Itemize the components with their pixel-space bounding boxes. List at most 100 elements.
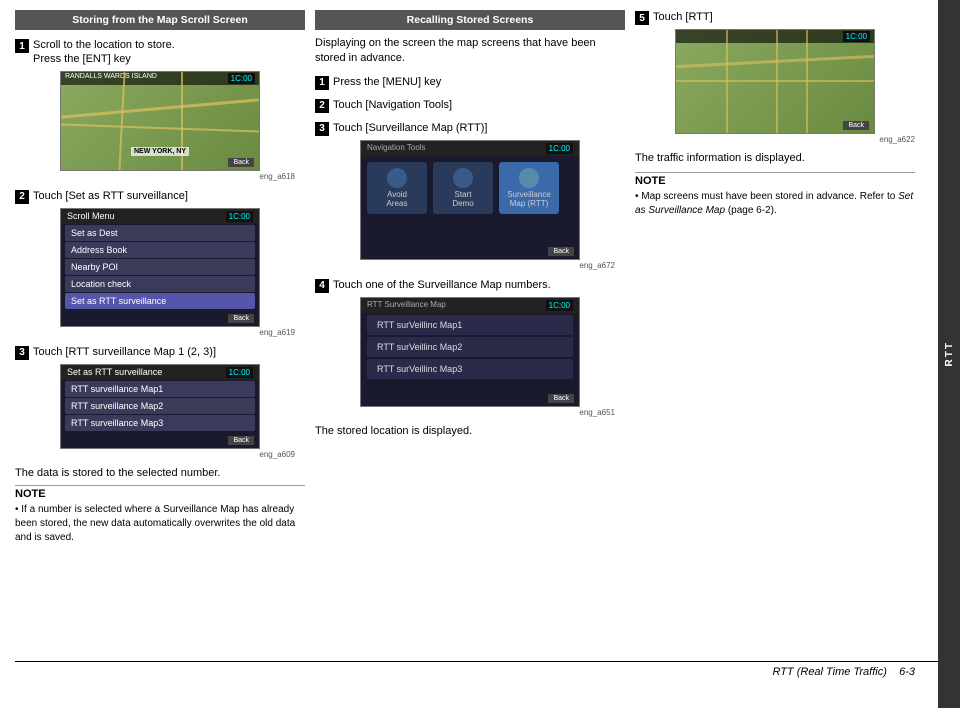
mid-step-2-text: Touch [Navigation Tools]: [333, 98, 452, 112]
left-step-3-label: 3 Touch [RTT surveillance Map 1 (2, 3)]: [15, 345, 305, 360]
map-road-h2: [61, 123, 259, 132]
page-container: Storing from the Map Scroll Screen 1 Scr…: [0, 0, 960, 708]
nav-tools-title: Navigation Tools: [367, 143, 426, 154]
back-label-3: Back: [228, 436, 254, 445]
main-content: Storing from the Map Scroll Screen 1 Scr…: [15, 10, 945, 657]
mid-step-1: 1 Press the [MENU] key: [315, 75, 625, 90]
rtt-map-thumb-wrapper: 1C:00 Back eng_a622: [635, 29, 915, 144]
rtt-map-item-1: RTT surveillance Map1: [65, 381, 255, 397]
rtt-road-v2: [776, 30, 778, 133]
rtt-row-1: RTT surVeillinc Map1: [367, 315, 573, 335]
left-step-2-label: 2 Touch [Set as RTT surveillance]: [15, 189, 305, 204]
right-step-5: 5 Touch [RTT] 1C:00: [635, 10, 915, 144]
scroll-menu-item-2: Address Book: [65, 242, 255, 258]
mid-after-steps: The stored location is displayed.: [315, 425, 625, 437]
rtt-map-top: 1C:00 Back: [675, 29, 875, 134]
map-thumb-1: RANDALLS WARDS ISLAND 1C:00 NEW YORK, NY…: [60, 71, 260, 171]
rtt-map-overlay: 1C:00: [676, 30, 874, 43]
left-note-text: • If a number is selected where a Survei…: [15, 503, 305, 545]
middle-column: Recalling Stored Screens Displaying on t…: [315, 10, 625, 657]
intro-text: Displaying on the screen the map screens…: [315, 36, 625, 67]
rtt-surv-title: Set as RTT surveillance: [67, 367, 162, 377]
rtt-header: RTT Surveillance Map 1C:00: [361, 298, 579, 313]
rtt-map-wrapper: RTT Surveillance Map 1C:00 RTT surVeilli…: [325, 297, 615, 417]
time-display-5: 1C:00: [546, 300, 573, 311]
mid-step-4: 4 Touch one of the Surveillance Map numb…: [315, 278, 625, 417]
nav-tool-avoid: AvoidAreas: [367, 162, 427, 214]
map-header-text: RANDALLS WARDS ISLAND: [65, 73, 157, 84]
rtt-map-item-3: RTT surveillance Map3: [65, 415, 255, 431]
mid-step-4-label: 4 Touch one of the Surveillance Map numb…: [315, 278, 625, 293]
right-after-text: The traffic information is displayed.: [635, 152, 915, 164]
right-note-title: NOTE: [635, 172, 915, 187]
mid-step-1-text: Press the [MENU] key: [333, 75, 441, 89]
nav-tools-screen: Navigation Tools 1C:00 AvoidAreas StartD…: [360, 140, 580, 260]
scroll-menu-item-3: Nearby POI: [65, 259, 255, 275]
step-num-r5: 5: [635, 11, 649, 25]
rtt-road-v3: [806, 30, 808, 133]
step-num-3: 3: [15, 346, 29, 360]
back-label-4: Back: [548, 247, 574, 256]
mid-section-header: Recalling Stored Screens: [315, 10, 625, 30]
left-column: Storing from the Map Scroll Screen 1 Scr…: [15, 10, 305, 657]
scroll-menu-screen: Scroll Menu 1C:00 Set as Dest Address Bo…: [60, 208, 260, 327]
step-num-m4: 4: [315, 279, 329, 293]
rtt-sidebar: RTT: [938, 0, 960, 708]
img-caption-5: eng_a651: [325, 408, 615, 417]
time-display-3: 1C:00: [226, 367, 253, 378]
left-step-1-label: 1 Scroll to the location to store.Press …: [15, 38, 305, 67]
back-label-5: Back: [548, 394, 574, 403]
left-step-1-text: Scroll to the location to store.Press th…: [33, 38, 175, 67]
rtt-road-v1: [726, 30, 728, 133]
back-label-2: Back: [228, 314, 254, 323]
nav-tool-surveillance: SurveillanceMap (RTT): [499, 162, 559, 214]
back-label-1: Back: [228, 158, 254, 167]
rtt-road-h2: [676, 80, 874, 82]
scroll-menu-title: Scroll Menu: [67, 211, 115, 221]
rtt-surveillance-screen: Set as RTT surveillance 1C:00 RTT survei…: [60, 364, 260, 449]
scroll-menu-wrapper: Scroll Menu 1C:00 Set as Dest Address Bo…: [25, 208, 295, 337]
time-display-2: 1C:00: [226, 211, 253, 222]
note-italic: Set as Surveillance Map: [635, 191, 913, 216]
rtt-row-2: RTT surVeillinc Map2: [367, 337, 573, 357]
footer-text: RTT (Real Time Traffic) 6-3: [772, 666, 915, 678]
left-section-header: Storing from the Map Scroll Screen: [15, 10, 305, 30]
mid-step-4-text: Touch one of the Surveillance Map number…: [333, 278, 551, 292]
nav-tools-header: Navigation Tools 1C:00: [361, 141, 579, 156]
left-step-3-text: Touch [RTT surveillance Map 1 (2, 3)]: [33, 345, 216, 359]
left-step-2: 2 Touch [Set as RTT surveillance] Scroll…: [15, 189, 305, 337]
rtt-surveillance-wrapper: Set as RTT surveillance 1C:00 RTT survei…: [25, 364, 295, 459]
map-location-text: NEW YORK, NY: [131, 147, 189, 156]
nav-tools-wrapper: Navigation Tools 1C:00 AvoidAreas StartD…: [325, 140, 615, 270]
footer-page: 6-3: [899, 666, 915, 678]
time-display-1: 1C:00: [228, 73, 255, 84]
surveillance-icon: [519, 168, 539, 188]
rtt-map-item-2: RTT surveillance Map2: [65, 398, 255, 414]
nav-tool-start: StartDemo: [433, 162, 493, 214]
mid-step-3-text: Touch [Surveillance Map (RTT)]: [333, 121, 487, 135]
scroll-menu-item-1: Set as Dest: [65, 225, 255, 241]
img-caption-4: eng_a672: [325, 261, 615, 270]
rtt-map-screen: RTT Surveillance Map 1C:00 RTT surVeilli…: [360, 297, 580, 407]
scroll-menu-header: Scroll Menu 1C:00: [61, 209, 259, 224]
back-label-6: Back: [843, 121, 869, 130]
map-overlay-bar-1: RANDALLS WARDS ISLAND 1C:00: [61, 72, 259, 85]
mid-step-3-label: 3 Touch [Surveillance Map (RTT)]: [315, 121, 625, 136]
right-step-5-label: 5 Touch [RTT]: [635, 10, 915, 25]
img-caption-2: eng_a619: [25, 328, 295, 337]
step-num-m3: 3: [315, 122, 329, 136]
right-step-5-text: Touch [RTT]: [653, 10, 713, 24]
rtt-map-title: RTT Surveillance Map: [367, 300, 446, 311]
map-road-v1: [118, 72, 125, 170]
step-num-2: 2: [15, 190, 29, 204]
step-num-1: 1: [15, 39, 29, 53]
nav-tools-body: AvoidAreas StartDemo SurveillanceMap (RT…: [361, 156, 579, 220]
start-icon: [453, 168, 473, 188]
surveillance-label: SurveillanceMap (RTT): [503, 190, 555, 208]
right-note-text: • Map screens must have been stored in a…: [635, 190, 915, 218]
left-after-steps: The data is stored to the selected numbe…: [15, 467, 305, 479]
mid-step-3: 3 Touch [Surveillance Map (RTT)] Navigat…: [315, 121, 625, 270]
rtt-row-3: RTT surVeillinc Map3: [367, 359, 573, 379]
left-step-1: 1 Scroll to the location to store.Press …: [15, 38, 305, 181]
step-num-m1: 1: [315, 76, 329, 90]
